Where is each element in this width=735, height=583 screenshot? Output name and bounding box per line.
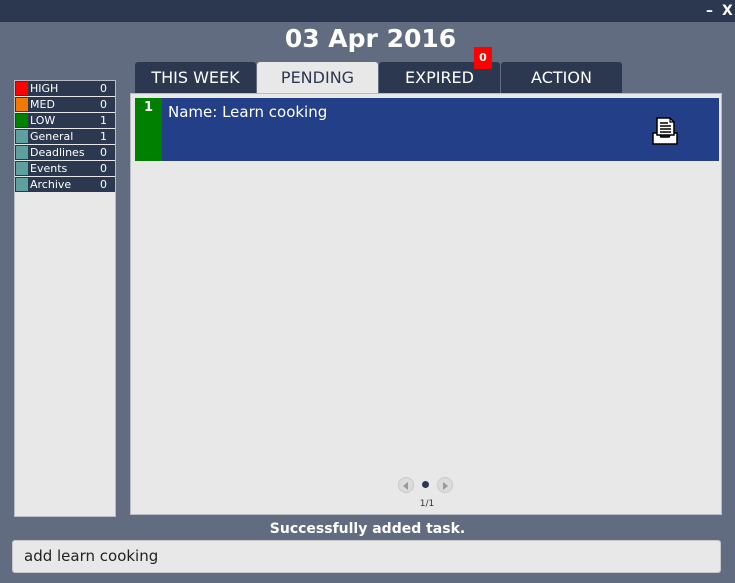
prev-page-button[interactable] [398,477,414,493]
priority-swatch [16,98,28,111]
command-input[interactable]: add learn cooking [12,540,721,573]
category-low[interactable]: LOW 1 [15,113,115,128]
next-page-button[interactable] [437,477,453,493]
category-count: 0 [100,178,107,191]
chevron-right-icon [443,482,448,490]
category-label: LOW [30,114,56,127]
category-swatch [16,178,28,191]
category-high[interactable]: HIGH 0 [15,81,115,96]
category-count: 0 [100,98,107,111]
task-name: Name: Learn cooking [168,103,328,121]
category-swatch [16,146,28,159]
date-title: 03 Apr 2016 [284,24,457,53]
category-count: 0 [100,162,107,175]
pager [398,476,453,494]
task-panel: 1 Name: Learn cooking 1/1 [130,93,722,515]
category-label: MED [30,98,55,111]
minimize-button[interactable]: – [706,2,713,20]
document-icon[interactable] [650,116,680,146]
category-label: Events [30,162,68,175]
tab-this-week[interactable]: THIS WEEK [135,62,256,94]
category-count: 0 [100,146,107,159]
priority-swatch [16,82,28,95]
chevron-left-icon [403,482,408,490]
category-label: Archive [30,178,72,191]
category-count: 1 [100,114,107,127]
category-label: General [30,130,74,143]
close-button[interactable]: X [722,2,733,20]
tab-action[interactable]: ACTION [501,62,622,94]
category-med[interactable]: MED 0 [15,97,115,112]
category-archive[interactable]: Archive 0 [15,177,115,192]
category-sidebar: HIGH 0 MED 0 LOW 1 General 1 Deadlines 0… [14,80,116,517]
category-events[interactable]: Events 0 [15,161,115,176]
category-count: 1 [100,130,107,143]
category-label: HIGH [30,82,59,95]
priority-swatch [16,114,28,127]
tab-pending[interactable]: PENDING [257,62,378,94]
category-swatch [16,130,28,143]
task-index: 1 [135,98,162,161]
expired-count-badge: 0 [474,47,492,69]
status-message: Successfully added task. [269,521,466,537]
page-indicator-dot [422,481,429,488]
category-general[interactable]: General 1 [15,129,115,144]
category-swatch [16,162,28,175]
task-row[interactable]: 1 Name: Learn cooking [135,98,719,161]
category-count: 0 [100,82,107,95]
page-number: 1/1 [419,499,435,509]
category-label: Deadlines [30,146,85,159]
category-deadlines[interactable]: Deadlines 0 [15,145,115,160]
title-bar: – X [0,0,735,22]
